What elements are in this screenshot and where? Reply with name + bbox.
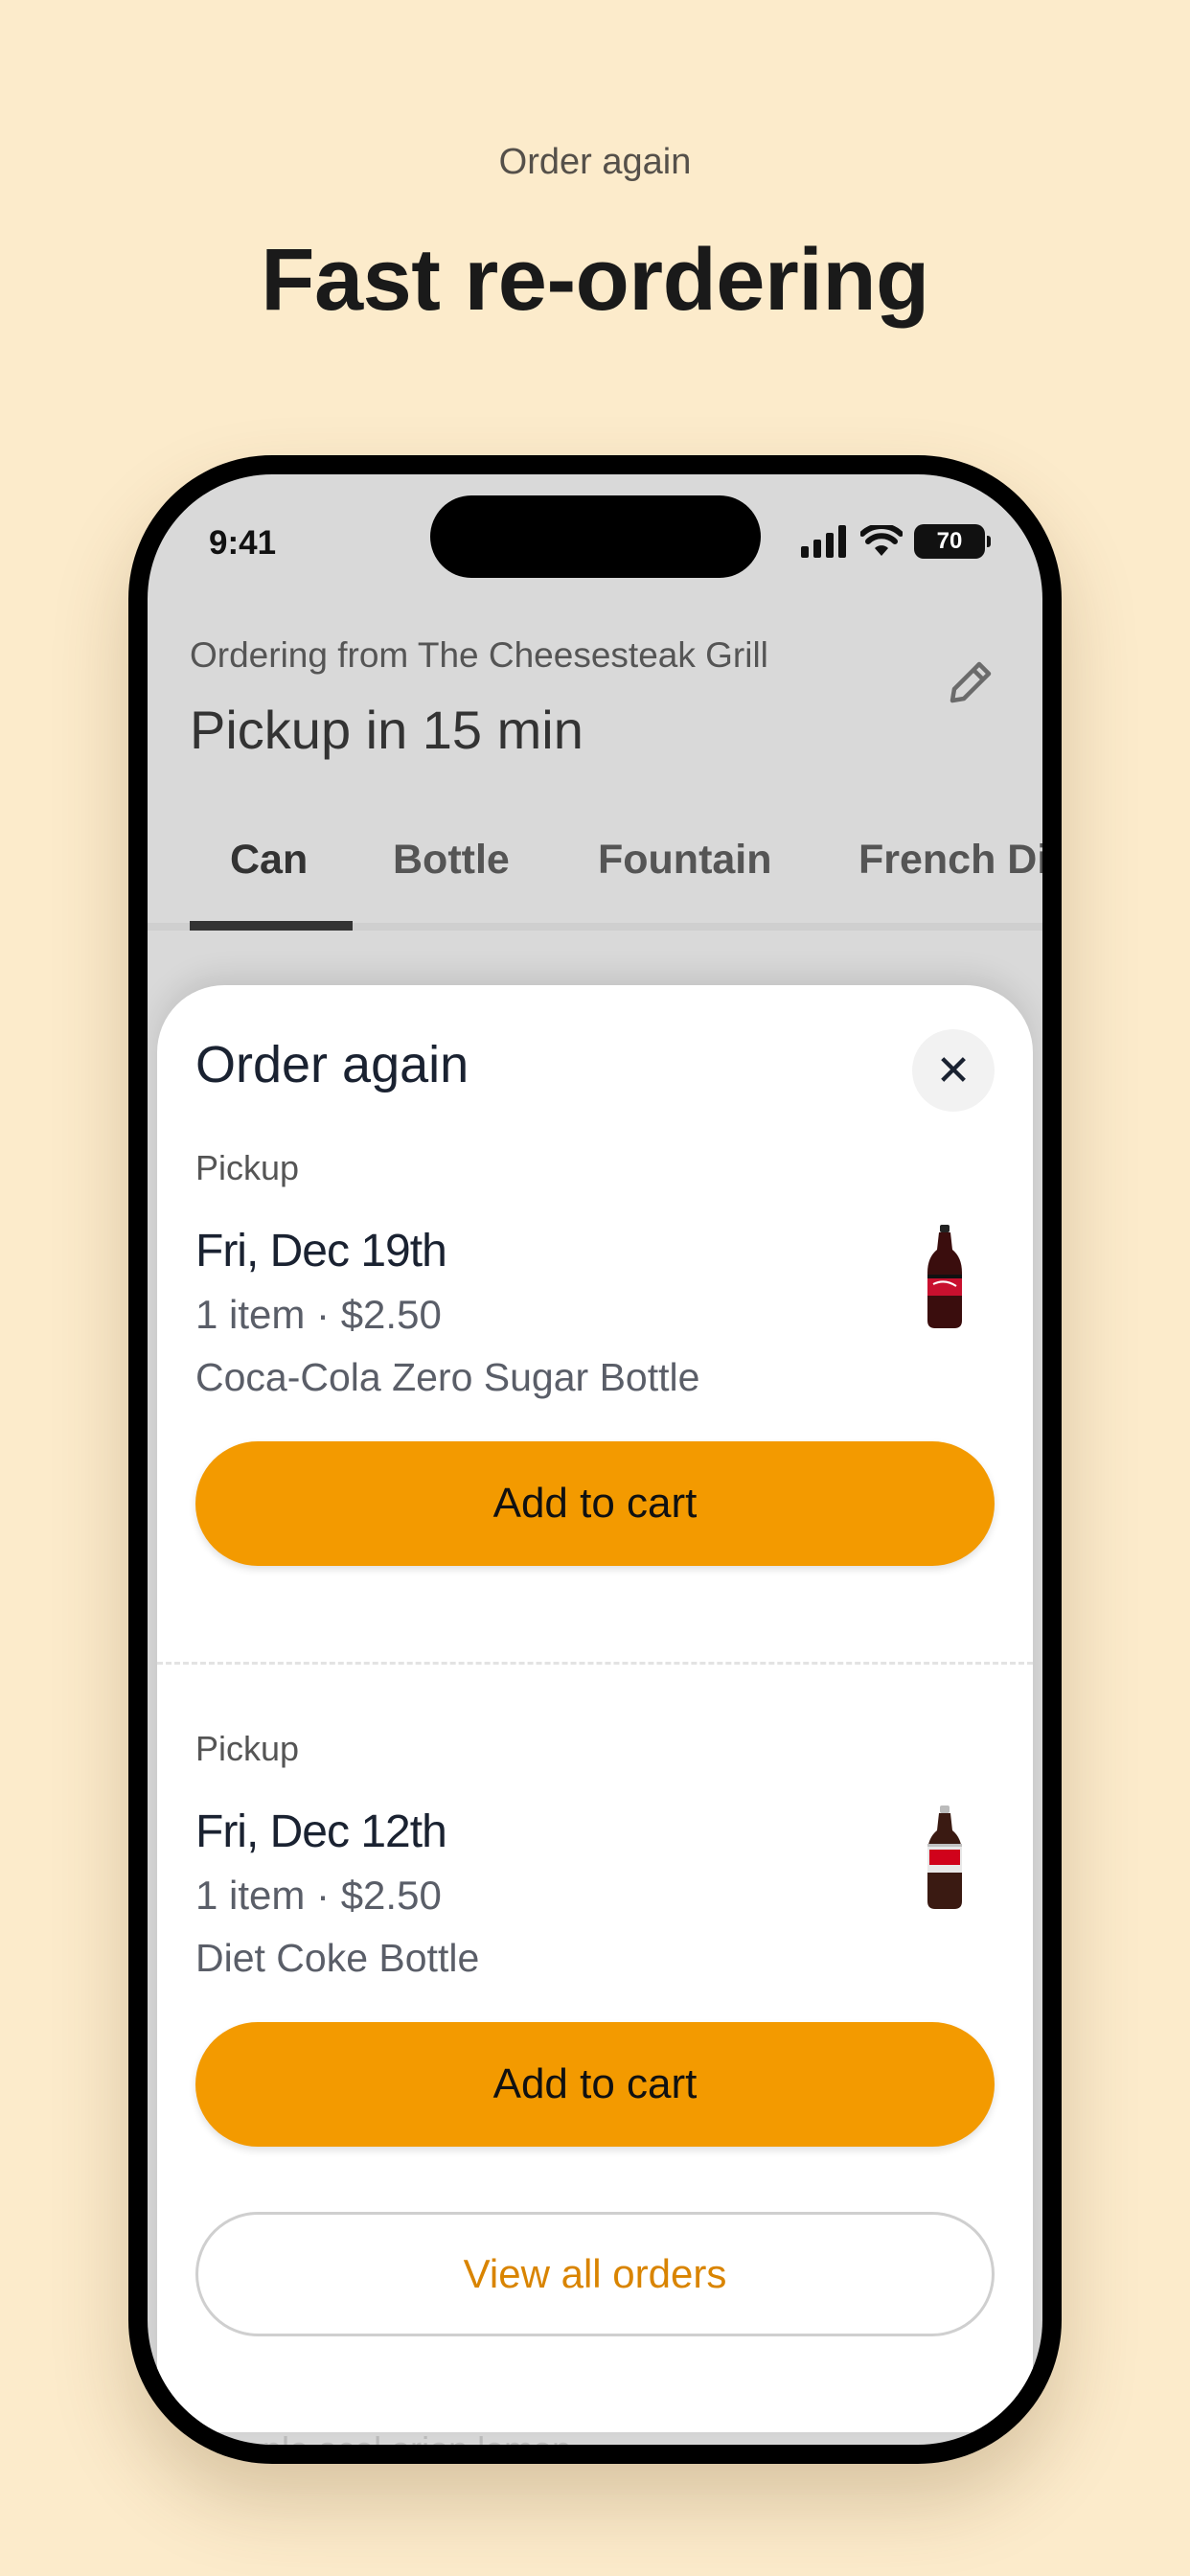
signal-icon <box>801 525 846 558</box>
tab-bottle[interactable]: Bottle <box>393 837 510 884</box>
order-date: Fri, Dec 19th <box>195 1226 447 1276</box>
close-icon: ✕ <box>935 1046 972 1094</box>
tab-can[interactable]: Can <box>230 837 308 884</box>
dynamic-island <box>430 495 761 578</box>
pencil-icon[interactable] <box>939 653 1000 714</box>
order-again-sheet: Order again ✕ Pickup Fri, Dec 19th 1 ite… <box>157 985 1033 2432</box>
order-divider <box>157 1662 1033 1665</box>
category-tabs: Can Bottle Fountain French Di <box>148 819 1042 931</box>
status-icons: 70 <box>801 522 991 561</box>
promo-title: Fast re-ordering <box>261 231 929 329</box>
pickup-eta: Pickup in 15 min <box>190 700 584 760</box>
order-item-name: Diet Coke Bottle <box>195 1936 480 1980</box>
wifi-icon <box>860 525 903 556</box>
status-time: 9:41 <box>209 524 277 562</box>
active-tab-indicator <box>190 921 353 931</box>
close-button[interactable]: ✕ <box>912 1029 995 1112</box>
order-type: Pickup <box>195 1148 300 1187</box>
order-meta: 1 item · $2.50 <box>195 1873 442 1918</box>
sheet-title: Order again <box>195 1036 469 1093</box>
battery-icon: 70 <box>914 524 991 559</box>
add-to-cart-button[interactable]: Add to cart <box>195 2022 995 2147</box>
coke-zero-bottle-icon <box>927 1225 962 1328</box>
order-item-name: Coca-Cola Zero Sugar Bottle <box>195 1355 700 1399</box>
tab-fountain[interactable]: Fountain <box>598 837 772 884</box>
ordering-from: Ordering from The Cheesesteak Grill <box>190 635 768 675</box>
diet-coke-bottle-icon <box>927 1806 962 1909</box>
promo-eyebrow: Order again <box>498 142 692 182</box>
order-date: Fri, Dec 12th <box>195 1806 447 1857</box>
phone-screen: 9:41 70 Ordering from The Cheesesteak Gr… <box>148 474 1042 2445</box>
add-to-cart-button[interactable]: Add to cart <box>195 1441 995 1566</box>
tab-french-dip[interactable]: French Di <box>858 837 1042 884</box>
order-type: Pickup <box>195 1729 300 1768</box>
phone-frame: 9:41 70 Ordering from The Cheesesteak Gr… <box>128 455 1062 2464</box>
view-all-orders-button[interactable]: View all orders <box>195 2212 995 2336</box>
order-meta: 1 item · $2.50 <box>195 1292 442 1337</box>
